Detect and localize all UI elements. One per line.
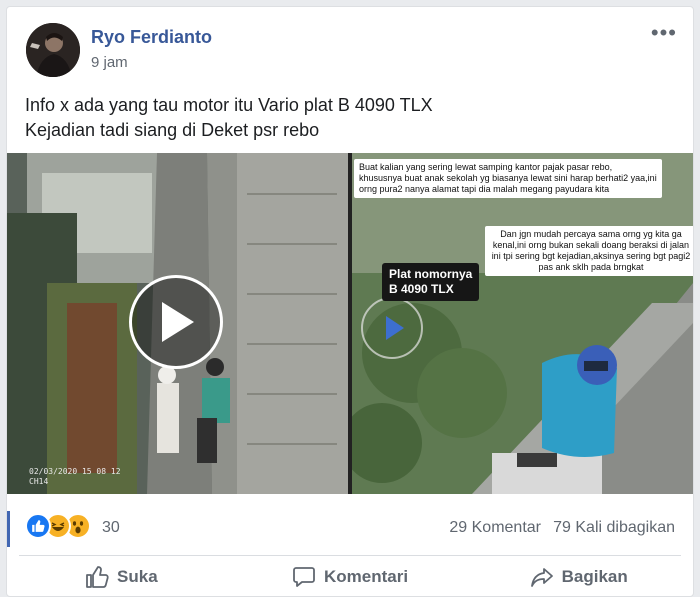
post-text-line: Kejadian tadi siang di Deket psr rebo [25, 120, 320, 140]
like-label: Suka [117, 567, 158, 586]
caption-overlay-middle: Dan jgn mudah percaya sama orng yg kita … [485, 226, 693, 276]
more-options-icon[interactable]: ••• [651, 22, 677, 44]
shares-count[interactable]: 79 Kali dibagikan [553, 519, 675, 537]
share-label: Bagikan [561, 567, 628, 586]
play-button[interactable] [129, 275, 223, 369]
post-card: Ryo Ferdianto 9 jam ••• Info x ada yang … [6, 6, 694, 597]
caption-overlay-top: Buat kalian yang sering lewat samping ka… [354, 159, 662, 198]
like-button[interactable]: Suka [7, 559, 236, 595]
comments-count[interactable]: 29 Komentar [449, 519, 541, 537]
avatar-image [26, 23, 80, 77]
cctv-timestamp: 02/03/2020 15 08 12 [29, 467, 121, 476]
caption-text: Dan jgn mudah percaya sama orng yg kita … [491, 229, 691, 272]
video-frame[interactable]: 02/03/2020 15 08 12 CH14 [7, 153, 348, 494]
reactions-bar: 30 29 Komentar 79 Kali dibagikan [7, 507, 693, 551]
divider [19, 555, 681, 556]
reaction-count[interactable]: 30 [102, 519, 120, 537]
post-text: Info x ada yang tau motor itu Vario plat… [25, 93, 433, 143]
cctv-still-scene [352, 153, 693, 494]
comment-button[interactable]: Komentari [236, 559, 465, 595]
image-frame[interactable]: Buat kalian yang sering lewat samping ka… [352, 153, 693, 494]
plate-label-line: Plat nomornya [389, 267, 473, 281]
share-icon [530, 568, 553, 587]
post-media: 02/03/2020 15 08 12 CH14 Buat kalian yan… [7, 153, 693, 494]
comment-label: Komentari [323, 567, 409, 586]
play-icon [162, 302, 194, 342]
author-name[interactable]: Ryo Ferdianto [91, 27, 212, 48]
like-reaction-icon [25, 513, 51, 539]
avatar[interactable] [26, 23, 80, 77]
cctv-timestamp-overlay: 02/03/2020 15 08 12 CH14 [29, 467, 121, 487]
cctv-channel: CH14 [29, 477, 49, 486]
plate-label-line: B 4090 TLX [389, 282, 454, 296]
thumbs-up-icon [86, 566, 109, 588]
post-timestamp[interactable]: 9 jam [91, 54, 128, 71]
plate-number-label: Plat nomornya B 4090 TLX [382, 263, 480, 301]
share-button[interactable]: Bagikan [464, 559, 693, 595]
comment-icon [293, 567, 315, 587]
caption-text: Buat kalian yang sering lewat samping ka… [359, 162, 657, 194]
action-bar: Suka Komentari Bagikan [7, 559, 693, 595]
post-text-line: Info x ada yang tau motor itu Vario plat… [25, 95, 433, 115]
reactions-accent-bar [7, 511, 10, 547]
